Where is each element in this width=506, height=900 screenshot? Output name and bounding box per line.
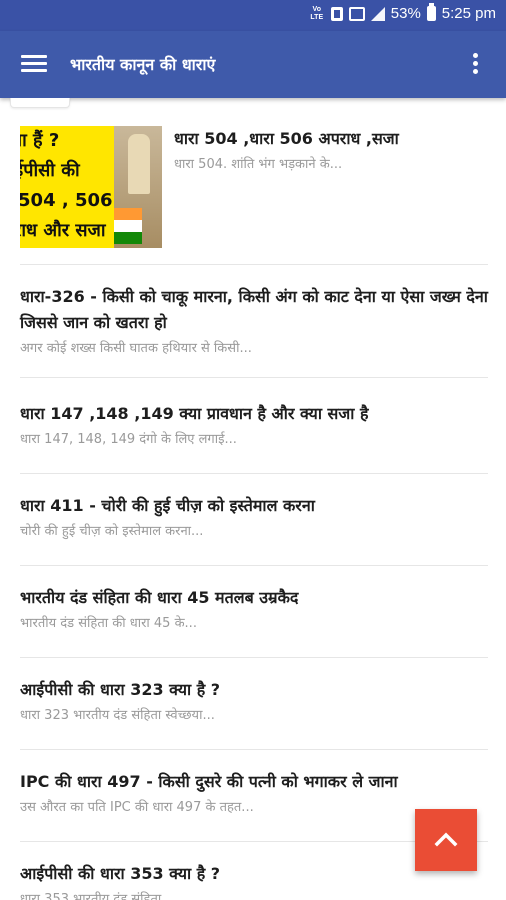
article-excerpt: धारा 353 भारतीय दंड संहिता... <box>20 892 174 900</box>
article-list[interactable]: क्या हैं ? आईपीसी की धारा 504 , 506 अपरा… <box>0 98 506 900</box>
ashoka-emblem-image <box>114 126 162 248</box>
app-bar: भारतीय कानून की धाराएं <box>0 31 506 98</box>
list-item[interactable]: क्या हैं ? आईपीसी की धारा 504 , 506 अपरा… <box>20 98 488 265</box>
list-item[interactable]: धारा-326 - किसी को चाकू मारना, किसी अंग … <box>20 284 488 378</box>
article-title: धारा 504 ,धारा 506 अपराध ,सजा <box>174 129 399 148</box>
app-title: भारतीय कानून की धाराएं <box>70 55 216 74</box>
signal-icon <box>370 6 385 21</box>
article-excerpt: चोरी की हुई चीज़ को इस्तेमाल करना... <box>20 524 204 539</box>
article-thumbnail: क्या हैं ? आईपीसी की धारा 504 , 506 अपरा… <box>20 126 162 248</box>
status-bar: Vo LTE 53% 5:25 pm <box>0 0 506 31</box>
volte-icon: Vo LTE <box>310 5 324 21</box>
article-excerpt: भारतीय दंड संहिता की धारा 45 के... <box>20 616 197 631</box>
article-title: भारतीय दंड संहिता की धारा 45 मतलब उम्रकै… <box>20 588 299 607</box>
list-item[interactable]: धारा 147 ,148 ,149 क्या प्रावधान है और क… <box>20 401 488 474</box>
battery-percent: 53% <box>390 5 421 22</box>
list-item[interactable]: धारा 411 - चोरी की हुई चीज़ को इस्तेमाल … <box>20 493 488 566</box>
chevron-up-icon <box>434 832 458 847</box>
thumbnail-line: धारा 504 , 506 <box>20 190 113 211</box>
article-title: धारा 411 - चोरी की हुई चीज़ को इस्तेमाल … <box>20 496 315 515</box>
list-item[interactable]: भारतीय दंड संहिता की धारा 45 मतलब उम्रकै… <box>20 585 488 658</box>
article-title: आईपीसी की धारा 323 क्या है ? <box>20 680 221 699</box>
hamburger-menu-icon[interactable] <box>21 52 47 76</box>
more-vert-icon[interactable] <box>472 51 480 77</box>
notification-icon <box>330 6 343 21</box>
article-title: IPC की धारा 497 - किसी दुसरे की पत्नी को… <box>20 772 398 791</box>
clock: 5:25 pm <box>441 5 496 22</box>
thumbnail-line: क्या हैं ? <box>20 130 60 151</box>
gallery-icon <box>348 6 365 21</box>
indian-flag-image <box>114 208 142 244</box>
scroll-to-top-button[interactable] <box>415 809 477 871</box>
list-item[interactable]: आईपीसी की धारा 323 क्या है ? धारा 323 भा… <box>20 677 488 750</box>
thumbnail-text: क्या हैं ? आईपीसी की धारा 504 , 506 अपरा… <box>20 126 114 246</box>
article-excerpt: धारा 147, 148, 149 दंगो के लिए लगाई... <box>20 432 237 447</box>
article-excerpt: अगर कोई शख्स किसी घातक हथियार से किसी... <box>20 341 252 356</box>
thumbnail-line: आईपीसी की <box>20 160 80 181</box>
battery-icon <box>426 3 436 21</box>
status-icons: Vo LTE 53% 5:25 pm <box>309 3 496 22</box>
thumbnail-line: अपराध और सजा <box>20 220 106 241</box>
article-title: धारा-326 - किसी को चाकू मारना, किसी अंग … <box>20 287 488 332</box>
article-excerpt: धारा 323 भारतीय दंड संहिता स्वेच्छया... <box>20 708 215 723</box>
article-excerpt: धारा 504. शांति भंग भड़काने के... <box>174 157 343 172</box>
article-title: धारा 147 ,148 ,149 क्या प्रावधान है और क… <box>20 404 369 423</box>
